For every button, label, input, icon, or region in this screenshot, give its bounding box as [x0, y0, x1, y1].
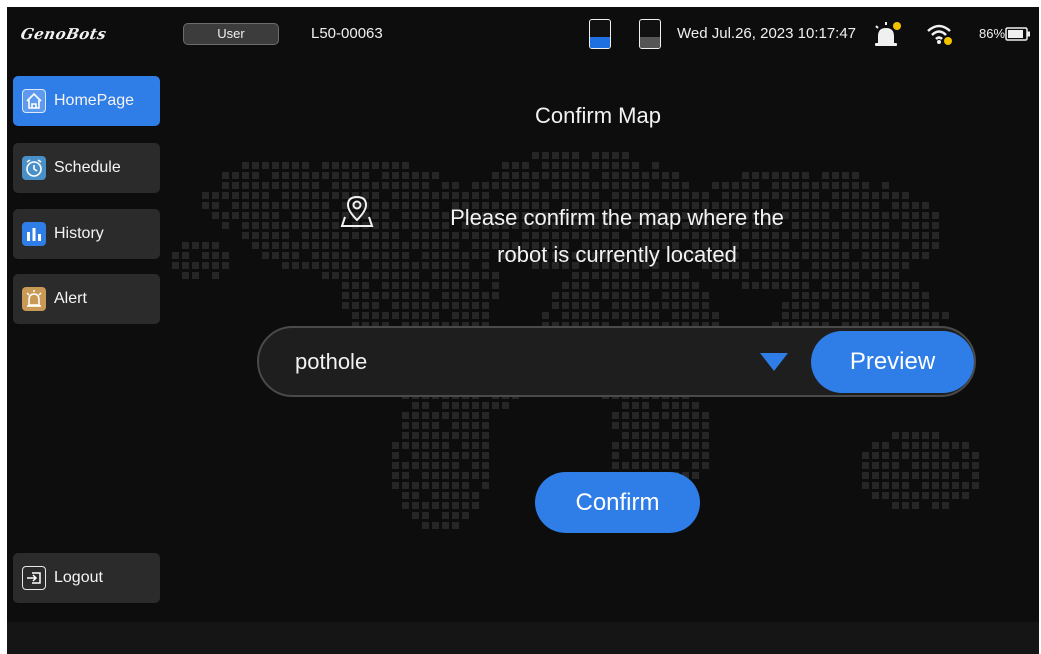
- wifi-icon[interactable]: [925, 21, 955, 47]
- alarm-bell-icon: [22, 287, 46, 311]
- date-time: Wed Jul.26, 2023 10:17:47: [677, 25, 857, 42]
- sidebar-item-label: Schedule: [54, 159, 121, 176]
- logo: GenoBots: [19, 25, 109, 43]
- sidebar-item-history[interactable]: History: [13, 209, 160, 259]
- status-bar: GenoBots User L50-00063 Wed Jul.26, 2023…: [7, 7, 1039, 65]
- logout-icon: [22, 566, 46, 590]
- bottom-bar: [7, 622, 1039, 654]
- sidebar-item-schedule[interactable]: Schedule: [13, 143, 160, 193]
- sidebar-item-alert[interactable]: Alert: [13, 274, 160, 324]
- clean-water-level: [590, 36, 610, 48]
- page-title: Confirm Map: [535, 103, 661, 128]
- sidebar-item-homepage[interactable]: HomePage: [13, 76, 160, 126]
- battery-icon: [1005, 27, 1030, 41]
- app-screen: GenoBots User L50-00063 Wed Jul.26, 2023…: [7, 7, 1039, 654]
- logout-button[interactable]: Logout: [13, 553, 160, 603]
- logout-label: Logout: [54, 569, 103, 586]
- bar-chart-icon: [22, 222, 46, 246]
- home-icon: [22, 89, 46, 113]
- prompt-line-1: Please confirm the map where the: [450, 205, 784, 230]
- clock-icon: [22, 156, 46, 180]
- dropdown-arrow-icon[interactable]: [760, 353, 788, 371]
- user-role-badge[interactable]: User: [183, 23, 279, 45]
- dirty-water-tank-icon: [639, 19, 661, 49]
- device-id: L50-00063: [311, 25, 383, 42]
- preview-button[interactable]: Preview: [811, 331, 974, 393]
- alarm-lamp-icon[interactable]: [872, 21, 902, 47]
- prompt-line-2: robot is currently located: [497, 242, 737, 267]
- location-pin-icon: [340, 195, 374, 227]
- sidebar-item-label: History: [54, 225, 104, 242]
- clean-water-tank-icon: [589, 19, 611, 49]
- sidebar-item-label: Alert: [54, 290, 87, 307]
- sidebar-item-label: HomePage: [54, 92, 135, 109]
- battery-percent: 86%: [979, 26, 1006, 41]
- confirm-button[interactable]: Confirm: [535, 472, 700, 533]
- dirty-water-level: [640, 37, 660, 48]
- confirm-map-prompt: Please confirm the map where the robot i…: [397, 199, 837, 273]
- selected-map-value[interactable]: pothole: [295, 349, 367, 375]
